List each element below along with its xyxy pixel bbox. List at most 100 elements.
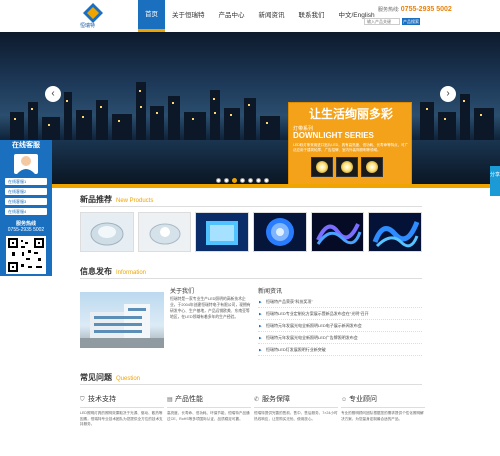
hero-banner: 让生活绚丽多彩 灯带系列 DOWNLIGHT SERIES LED软灯条采用进口… <box>0 32 500 184</box>
banner-card: 让生活绚丽多彩 灯带系列 DOWNLIGHT SERIES LED软灯条采用进口… <box>288 102 412 184</box>
accent-strip <box>0 184 500 188</box>
service-phone-label: 服务热线 <box>15 221 36 227</box>
search-input[interactable] <box>364 18 400 25</box>
service-button-2[interactable]: 在线客服2 <box>5 188 47 195</box>
faq-item: ✆ 服务保障 恒瑞特提供完善的售前、售中、售后服务，7×24小时热线响应，让您购买… <box>254 394 338 422</box>
service-title: 在线客服 <box>12 142 40 149</box>
product-strip-light-image <box>372 221 420 248</box>
faq-item-title: 技术支持 <box>88 396 116 403</box>
search-button[interactable]: 产品搜索 <box>402 18 420 25</box>
shield-icon: ⛉ <box>80 397 85 403</box>
faq-title: 常见问题 <box>80 373 112 382</box>
banner-dot[interactable] <box>264 178 269 183</box>
info-title: 信息发布 <box>80 267 112 276</box>
product-ball-light-image <box>265 218 294 246</box>
news-title[interactable]: 新闻资讯 <box>258 286 282 295</box>
online-service-panel: 在线客服 在线客服1 在线客服2 在线客服3 在线客服4 服务热线 0755-2… <box>0 140 52 276</box>
news-list: 恒瑞特产品荣获"科技奖项" 恒瑞特LED专业定制化方案展示暨新品发布会在"光明"… <box>258 296 422 356</box>
person-icon: ☺ <box>341 397 348 403</box>
doc-icon: ▤ <box>167 397 173 403</box>
service-button-4[interactable]: 在线客服4 <box>5 208 47 215</box>
news-item[interactable]: 恒瑞特元年发展光电全新照明LED广告牌照明发布会 <box>258 332 422 344</box>
faq-title-en: Question <box>116 376 141 382</box>
news-item[interactable]: 恒瑞特LED专业定制化方案展示暨新品发布会在"光明"召开 <box>258 308 422 320</box>
product-card[interactable] <box>195 212 250 252</box>
products-title-en: New Products <box>116 198 154 204</box>
banner-thumb <box>311 157 333 177</box>
faq-item-header[interactable]: ☺ 专业顾问 <box>341 394 425 408</box>
service-phone: 0755-2935 5002 <box>7 227 45 233</box>
banner-thumb <box>361 157 383 177</box>
product-card[interactable] <box>368 212 423 252</box>
divider <box>80 384 422 385</box>
product-card[interactable] <box>137 212 192 252</box>
page: 恒瑞特 首页 关于恒瑞特 产品中心 新闻资讯 联系我们 中文/English 服… <box>0 0 500 456</box>
banner-dot[interactable] <box>240 178 245 183</box>
products-section-title: 新品推荐 New Products <box>80 194 153 205</box>
faq-section-title: 常见问题 Question <box>80 372 140 383</box>
faq-item: ☺ 专业顾问 专业的照明顾问团队根据您的需求提供个性化照明解决方案，为您量身定制最… <box>341 394 425 422</box>
logo-text: 恒瑞特 <box>80 23 96 29</box>
news-item[interactable]: 恒瑞特产品荣获"科技奖项" <box>258 296 422 308</box>
news-item[interactable]: 恒瑞特元年发展光电全新照明LED电子展示新闻发布会 <box>258 320 422 332</box>
nav-contact[interactable]: 联系我们 <box>292 0 332 32</box>
faq-item-header[interactable]: ⛉ 技术支持 <box>80 394 164 408</box>
faq-item-header[interactable]: ✆ 服务保障 <box>254 394 338 408</box>
banner-dot[interactable] <box>256 178 261 183</box>
banner-description: LED软灯条采用进口贴片LED，具有高亮度、低功耗、长寿命等特点，可广泛应用于建… <box>293 143 409 152</box>
faq-item-title: 产品性能 <box>175 396 203 403</box>
share-tab[interactable]: 分享 <box>490 166 500 196</box>
nav-about[interactable]: 关于恒瑞特 <box>165 0 212 32</box>
company-building-image[interactable] <box>80 292 164 348</box>
product-lens-image <box>149 223 180 245</box>
phone-icon: ✆ <box>254 397 260 403</box>
product-card[interactable] <box>253 212 307 252</box>
hotline-label: 服务热线: <box>378 7 400 13</box>
banner-pagination <box>216 178 269 183</box>
divider <box>80 206 422 207</box>
faq-item: ▤ 产品性能 高亮度、长寿命、低功耗、环保节能，恒瑞特产品通过CE、RoHS等多项… <box>167 394 251 422</box>
faq-item-title: 专业顾问 <box>349 396 377 403</box>
nav-news[interactable]: 新闻资讯 <box>252 0 292 32</box>
product-card[interactable] <box>80 212 134 252</box>
hotline-number: 0755-2935 5002 <box>400 6 452 13</box>
nav-products[interactable]: 产品中心 <box>212 0 252 32</box>
banner-headline: 让生活绚丽多彩 <box>308 107 393 121</box>
service-button-1[interactable]: 在线客服1 <box>5 178 47 185</box>
chevron-left-icon: ‹ <box>51 88 55 99</box>
info-section-title: 信息发布 Information <box>80 266 146 277</box>
qr-code-icon <box>6 236 46 274</box>
banner-dot[interactable] <box>216 178 221 183</box>
banner-thumb <box>336 157 358 177</box>
service-button-3[interactable]: 在线客服3 <box>5 198 47 205</box>
product-strip-light-image <box>315 223 361 245</box>
banner-dot[interactable] <box>248 178 253 183</box>
faq-item-text: LED照明灯具的照明效果取决于光源、驱动、散热等因素，恒瑞特专业技术团队为您提供… <box>80 411 163 426</box>
banner-next-button[interactable]: › <box>440 86 456 102</box>
about-text: 恒瑞特是一家专业生产LED照明的高新技术企业，于2004年创建恒瑞特电子有限公司… <box>170 297 251 319</box>
banner-product-thumbs <box>311 157 383 177</box>
product-card[interactable] <box>310 212 365 252</box>
faq-item-text: 专业的照明顾问团队根据您的需求提供个性化照明解决方案，为您量身定制最合适的产品。 <box>341 411 424 421</box>
agent-avatar-icon <box>14 154 38 174</box>
divider <box>80 278 422 279</box>
banner-dot-active[interactable] <box>232 178 237 183</box>
news-item[interactable]: 恒瑞特LED灯发展照明行业新突破 <box>258 344 422 356</box>
about-title[interactable]: 关于我们 <box>170 286 194 295</box>
faq-item-title: 服务保障 <box>262 396 290 403</box>
hotline: 服务热线: 0755-2935 5002 <box>378 6 452 13</box>
faq-item-text: 恒瑞特提供完善的售前、售中、售后服务，7×24小时热线响应，让您购买无忧、使用放… <box>254 411 338 421</box>
faq-item: ⛉ 技术支持 LED照明灯具的照明效果取决于光源、驱动、散热等因素，恒瑞特专业技术… <box>80 394 164 428</box>
header: 恒瑞特 首页 关于恒瑞特 产品中心 新闻资讯 联系我们 中文/English 服… <box>0 0 500 32</box>
product-carousel <box>80 212 423 252</box>
banner-dot[interactable] <box>224 178 229 183</box>
faq-item-text: 高亮度、长寿命、低功耗、环保节能，恒瑞特产品通过CE、RoHS等多项国际认证，品… <box>167 411 250 421</box>
main-nav: 首页 关于恒瑞特 产品中心 新闻资讯 联系我们 中文/English <box>138 0 382 32</box>
info-title-en: Information <box>116 270 147 276</box>
banner-prev-button[interactable]: ‹ <box>45 86 61 102</box>
nav-language[interactable]: 中文/English <box>332 0 382 32</box>
product-lens-image <box>90 222 124 246</box>
chevron-right-icon: › <box>446 88 450 99</box>
nav-home[interactable]: 首页 <box>138 0 165 32</box>
faq-item-header[interactable]: ▤ 产品性能 <box>167 394 251 408</box>
